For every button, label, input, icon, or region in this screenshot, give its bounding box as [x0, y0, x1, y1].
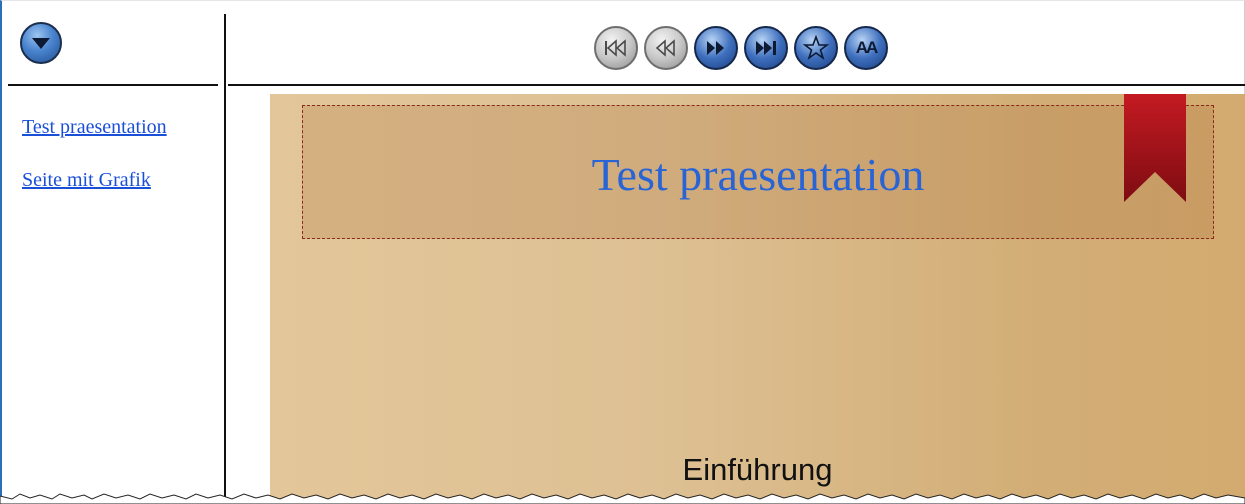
skip-first-icon	[605, 39, 626, 57]
rewind-icon	[655, 39, 675, 57]
favorite-button[interactable]	[794, 26, 838, 70]
first-slide-button[interactable]	[594, 26, 638, 70]
navigation-toolbar: AA	[594, 26, 888, 70]
star-icon	[803, 35, 829, 61]
fast-forward-icon	[707, 41, 724, 55]
sidebar: Test praesentation Seite mit Grafik	[22, 116, 218, 222]
previous-slide-button[interactable]	[644, 26, 688, 70]
last-slide-button[interactable]	[744, 26, 788, 70]
slide-title-box: Test praesentation	[302, 105, 1214, 239]
torn-edge	[0, 493, 1245, 504]
slide-canvas: Test praesentation Einführung	[270, 94, 1245, 504]
next-slide-button[interactable]	[694, 26, 738, 70]
toolbar-divider	[228, 84, 1245, 86]
font-size-button[interactable]: AA	[844, 26, 888, 70]
slide-subtitle: Einführung	[682, 452, 833, 487]
chevron-down-icon	[32, 38, 50, 49]
font-size-icon: AA	[855, 38, 879, 57]
skip-last-icon	[756, 41, 776, 55]
sidebar-item-test-praesentation[interactable]: Test praesentation	[22, 116, 218, 139]
bookmark-ribbon-icon	[1124, 94, 1186, 202]
slide-title: Test praesentation	[591, 149, 925, 200]
pane-divider[interactable]	[224, 14, 226, 504]
sidebar-header-divider	[8, 84, 218, 86]
sidebar-item-seite-mit-grafik[interactable]: Seite mit Grafik	[22, 169, 218, 192]
menu-button[interactable]	[20, 22, 62, 64]
